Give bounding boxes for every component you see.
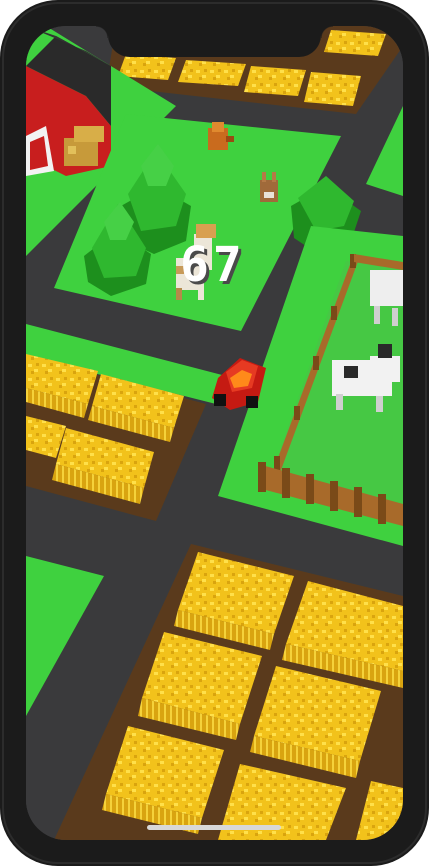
score-counter: 67 [180,237,246,293]
phone-frame: 67 [0,0,429,866]
device-notch [96,26,333,57]
home-indicator[interactable] [147,825,281,830]
game-viewport[interactable] [26,26,403,840]
